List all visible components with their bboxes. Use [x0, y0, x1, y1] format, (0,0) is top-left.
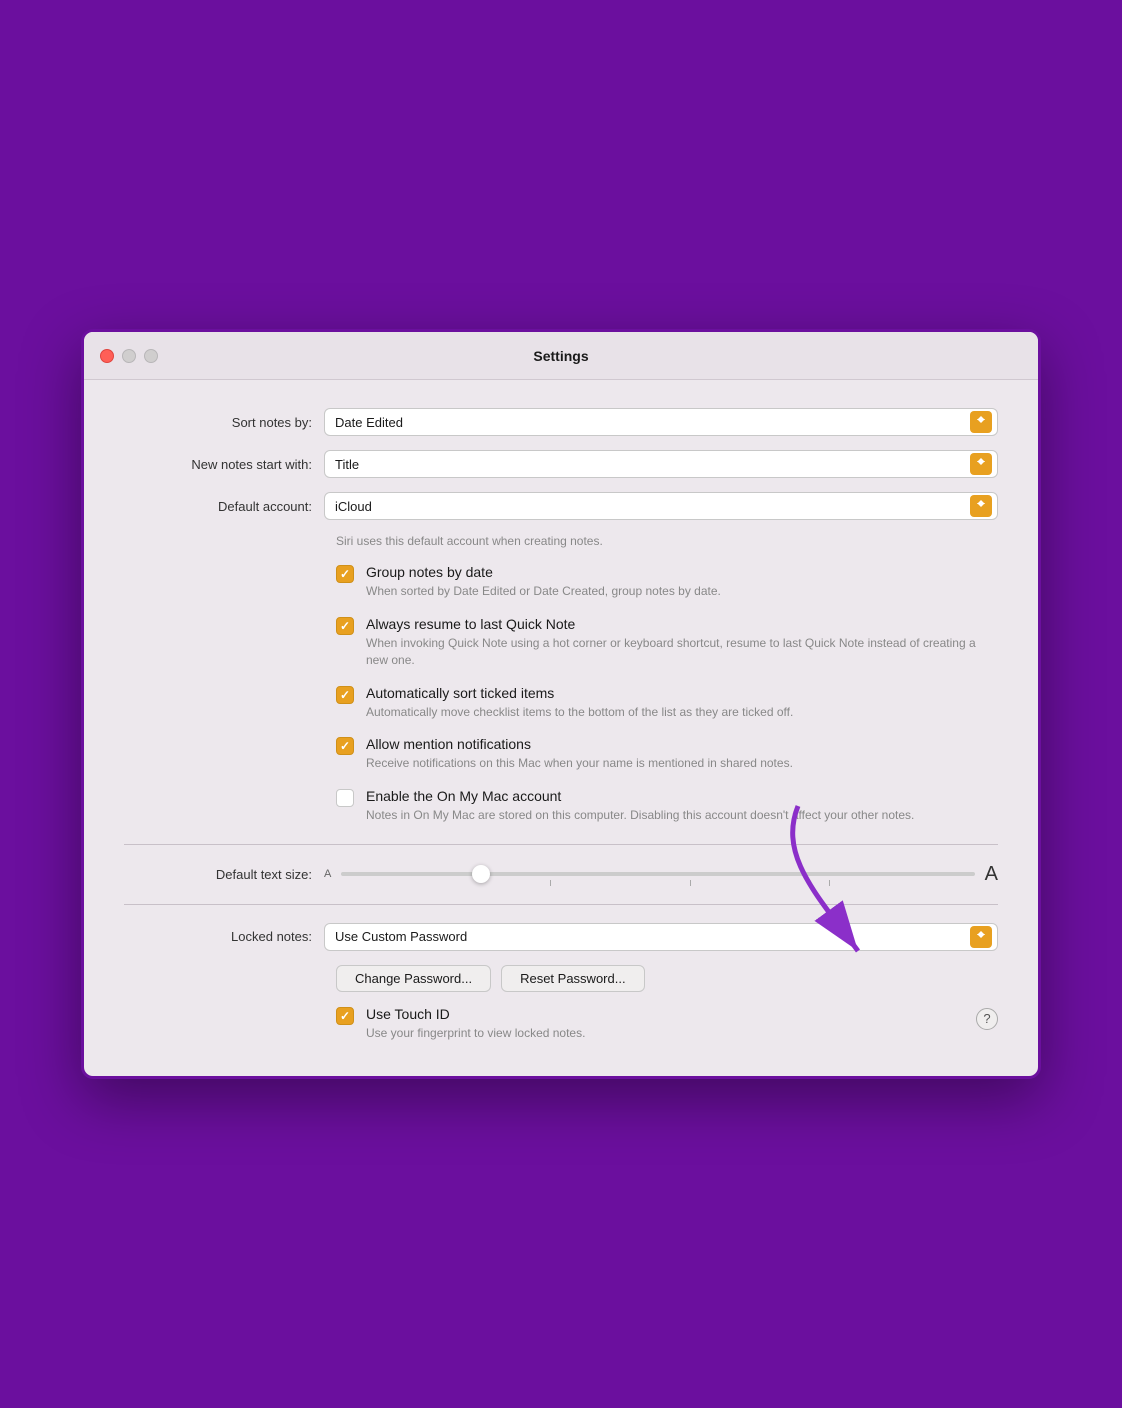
touch-id-section: Use Touch ID Use your fingerprint to vie…: [336, 1006, 998, 1048]
close-button[interactable]: [100, 349, 114, 363]
text-size-section: Default text size: A A: [124, 844, 998, 905]
maximize-button[interactable]: [144, 349, 158, 363]
mention-notify-checkbox[interactable]: [336, 737, 354, 755]
sort-notes-select-wrapper: Date Edited: [324, 408, 998, 436]
slider-track: [341, 872, 974, 876]
sort-notes-select[interactable]: Date Edited: [324, 408, 998, 436]
window-title: Settings: [533, 348, 588, 364]
on-my-mac-checkbox[interactable]: [336, 789, 354, 807]
default-account-select[interactable]: iCloud: [324, 492, 998, 520]
mention-notify-label-group: Allow mention notifications Receive noti…: [366, 736, 998, 772]
new-notes-label: New notes start with:: [124, 457, 324, 472]
locked-notes-select-wrapper: Use Custom Password: [324, 923, 998, 951]
group-notes-label-group: Group notes by date When sorted by Date …: [366, 564, 998, 600]
slider-thumb[interactable]: [472, 865, 490, 883]
always-resume-row: Always resume to last Quick Note When in…: [336, 616, 998, 669]
slider-container: A A: [324, 863, 998, 886]
default-account-select-wrapper: iCloud: [324, 492, 998, 520]
new-notes-select-wrapper: Title: [324, 450, 998, 478]
siri-note: Siri uses this default account when crea…: [336, 534, 998, 548]
change-password-button[interactable]: Change Password...: [336, 965, 491, 992]
auto-sort-row: Automatically sort ticked items Automati…: [336, 685, 998, 721]
touch-id-label-group: Use Touch ID Use your fingerprint to vie…: [366, 1006, 976, 1042]
auto-sort-desc: Automatically move checklist items to th…: [366, 704, 998, 721]
settings-content: Sort notes by: Date Edited New notes sta…: [84, 380, 1038, 1076]
touch-id-checkbox[interactable]: [336, 1007, 354, 1025]
mention-notify-row: Allow mention notifications Receive noti…: [336, 736, 998, 772]
on-my-mac-desc: Notes in On My Mac are stored on this co…: [366, 807, 998, 824]
always-resume-label-group: Always resume to last Quick Note When in…: [366, 616, 998, 669]
password-buttons: Change Password... Reset Password...: [336, 965, 998, 992]
touch-id-desc: Use your fingerprint to view locked note…: [366, 1025, 976, 1042]
touch-id-row: Use Touch ID Use your fingerprint to vie…: [336, 1006, 976, 1042]
sort-notes-row: Sort notes by: Date Edited: [124, 408, 998, 436]
new-notes-row: New notes start with: Title: [124, 450, 998, 478]
touch-id-title: Use Touch ID: [366, 1006, 976, 1022]
sort-notes-label: Sort notes by:: [124, 415, 324, 430]
slider-tick-2: [690, 880, 691, 886]
checkboxes-section: Group notes by date When sorted by Date …: [336, 564, 998, 824]
text-size-label: Default text size:: [124, 867, 324, 882]
default-account-label: Default account:: [124, 499, 324, 514]
traffic-lights: [100, 349, 158, 363]
always-resume-desc: When invoking Quick Note using a hot cor…: [366, 635, 998, 669]
slider-small-a: A: [324, 868, 331, 880]
new-notes-select[interactable]: Title: [324, 450, 998, 478]
group-notes-checkbox[interactable]: [336, 565, 354, 583]
default-account-row: Default account: iCloud: [124, 492, 998, 520]
locked-notes-section: Locked notes: Use Custom Password: [124, 923, 998, 951]
slider-large-a: A: [985, 863, 998, 886]
auto-sort-label-group: Automatically sort ticked items Automati…: [366, 685, 998, 721]
on-my-mac-title: Enable the On My Mac account: [366, 788, 998, 804]
on-my-mac-row: Enable the On My Mac account Notes in On…: [336, 788, 998, 824]
locked-notes-select[interactable]: Use Custom Password: [324, 923, 998, 951]
group-notes-desc: When sorted by Date Edited or Date Creat…: [366, 583, 998, 600]
locked-notes-label: Locked notes:: [124, 929, 324, 944]
reset-password-button[interactable]: Reset Password...: [501, 965, 645, 992]
titlebar: Settings: [84, 332, 1038, 380]
mention-notify-title: Allow mention notifications: [366, 736, 998, 752]
group-notes-row: Group notes by date When sorted by Date …: [336, 564, 998, 600]
on-my-mac-label-group: Enable the On My Mac account Notes in On…: [366, 788, 998, 824]
window-body: Sort notes by: Date Edited New notes sta…: [84, 380, 1038, 1076]
group-notes-title: Group notes by date: [366, 564, 998, 580]
always-resume-checkbox[interactable]: [336, 617, 354, 635]
slider-tick-3: [829, 880, 830, 886]
minimize-button[interactable]: [122, 349, 136, 363]
locked-notes-row: Locked notes: Use Custom Password: [124, 923, 998, 951]
slider-tick-1: [550, 880, 551, 886]
always-resume-title: Always resume to last Quick Note: [366, 616, 998, 632]
auto-sort-checkbox[interactable]: [336, 686, 354, 704]
help-button[interactable]: ?: [976, 1008, 998, 1030]
mention-notify-desc: Receive notifications on this Mac when y…: [366, 755, 998, 772]
auto-sort-title: Automatically sort ticked items: [366, 685, 998, 701]
settings-window: Settings Sort notes by: Date Edited New …: [81, 329, 1041, 1079]
